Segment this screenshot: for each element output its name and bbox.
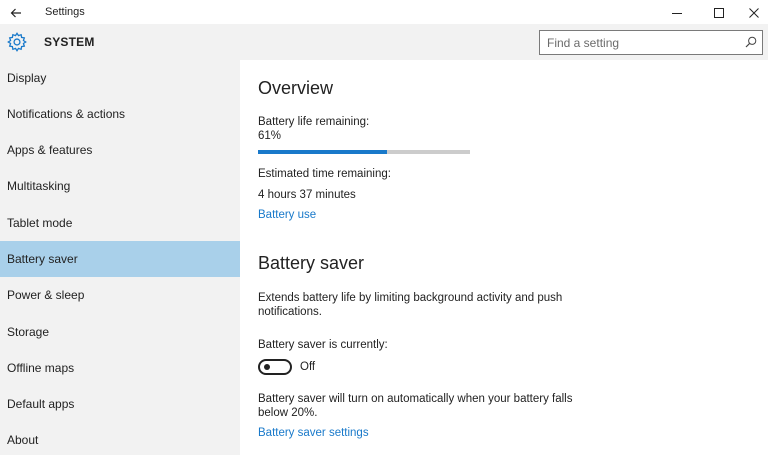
sidebar: Display Notifications & actions Apps & f…	[0, 60, 240, 455]
search-box[interactable]	[539, 30, 763, 55]
toggle-state-label: Off	[300, 361, 316, 373]
sidebar-item-offline-maps[interactable]: Offline maps	[0, 350, 240, 386]
sidebar-item-multitasking[interactable]: Multitasking	[0, 168, 240, 204]
toggle-knob	[264, 364, 270, 370]
battery-progress-bar	[258, 150, 470, 154]
minimize-button[interactable]	[656, 0, 698, 25]
sidebar-item-about[interactable]: About	[0, 422, 240, 455]
overview-heading: Overview	[258, 78, 334, 98]
close-button[interactable]	[733, 0, 768, 25]
battery-saver-heading: Battery saver	[258, 253, 365, 273]
battery-saver-description: Extends battery life by limiting backgro…	[258, 292, 563, 318]
main-content: Overview Battery life remaining: 61% Est…	[240, 60, 768, 455]
estimated-time-value: 4 hours 37 minutes	[258, 189, 356, 201]
back-button[interactable]	[0, 0, 32, 25]
sidebar-item-display[interactable]: Display	[0, 60, 240, 96]
battery-saver-auto-text: Battery saver will turn on automatically…	[258, 393, 573, 419]
estimated-time-label: Estimated time remaining:	[258, 168, 391, 180]
battery-life-label: Battery life remaining:	[258, 116, 370, 128]
title-bar: Settings	[0, 0, 768, 25]
battery-use-link[interactable]: Battery use	[258, 209, 316, 221]
back-arrow-icon	[10, 8, 21, 17]
sidebar-item-battery-saver[interactable]: Battery saver	[0, 241, 240, 277]
sidebar-item-tablet-mode[interactable]: Tablet mode	[0, 205, 240, 241]
battery-saver-settings-link[interactable]: Battery saver settings	[258, 427, 369, 439]
minimize-icon	[672, 12, 682, 14]
maximize-icon	[714, 7, 724, 18]
sidebar-item-power-sleep[interactable]: Power & sleep	[0, 277, 240, 313]
sidebar-item-notifications-actions[interactable]: Notifications & actions	[0, 96, 240, 132]
settings-header: SYSTEM	[0, 25, 768, 60]
battery-saver-status-label: Battery saver is currently:	[258, 339, 388, 351]
battery-saver-toggle[interactable]	[258, 359, 292, 375]
battery-progress-fill	[258, 150, 388, 154]
sidebar-item-default-apps[interactable]: Default apps	[0, 386, 240, 422]
search-input[interactable]	[540, 31, 740, 54]
sidebar-item-storage[interactable]: Storage	[0, 314, 240, 350]
search-icon[interactable]	[745, 36, 757, 48]
page-title: SYSTEM	[44, 35, 95, 49]
window-title: Settings	[45, 6, 85, 18]
gear-icon	[7, 32, 27, 52]
sidebar-item-apps-features[interactable]: Apps & features	[0, 132, 240, 168]
close-icon	[749, 7, 759, 18]
battery-percent: 61%	[258, 130, 282, 142]
